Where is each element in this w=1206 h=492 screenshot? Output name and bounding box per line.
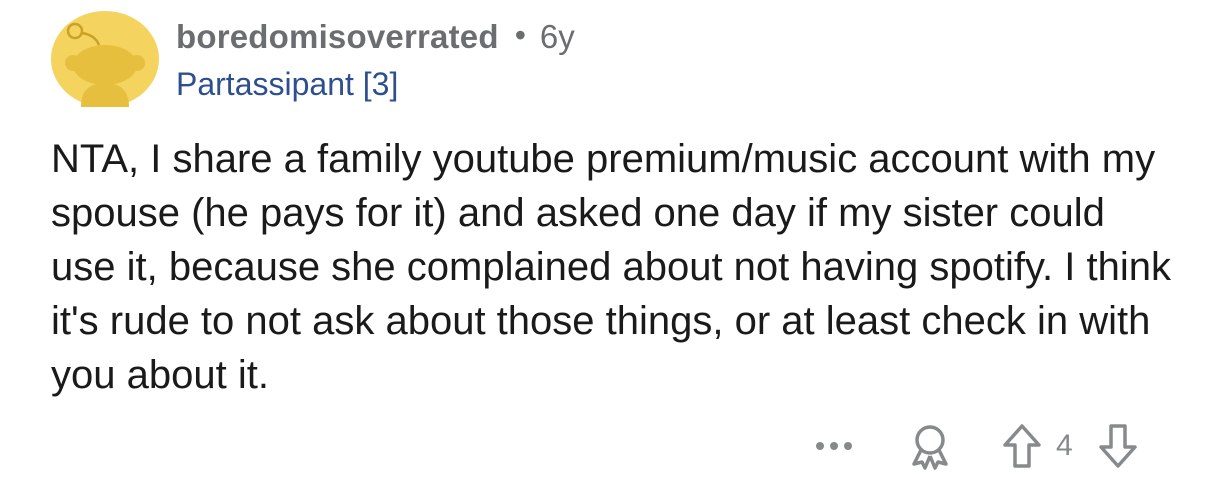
comment-action-bar: 4 xyxy=(800,418,1180,474)
upvote-arrow-icon xyxy=(1003,424,1041,468)
author-row: boredomisoverrated • 6y xyxy=(176,16,575,58)
comment-age: 6y xyxy=(539,18,575,55)
downvote-button[interactable] xyxy=(1094,420,1142,472)
downvote-arrow-icon xyxy=(1099,424,1137,468)
more-options-icon xyxy=(816,442,852,450)
comment-body: NTA, I share a family youtube premium/mu… xyxy=(51,137,1171,397)
user-flair: Partassipant [3] xyxy=(176,66,399,102)
upvote-button[interactable] xyxy=(998,420,1046,472)
comment: boredomisoverrated • 6y Partassipant [3]… xyxy=(0,0,1206,492)
comment-meta: boredomisoverrated • 6y Partassipant [3] xyxy=(176,16,575,106)
username-link[interactable]: boredomisoverrated xyxy=(176,18,499,56)
vote-score: 4 xyxy=(1056,429,1073,462)
award-button[interactable] xyxy=(902,420,958,472)
more-options-button[interactable] xyxy=(804,422,864,470)
award-icon xyxy=(912,425,948,470)
user-avatar[interactable] xyxy=(51,11,159,107)
meta-separator: • xyxy=(514,16,526,53)
snoo-avatar-icon xyxy=(51,11,159,107)
